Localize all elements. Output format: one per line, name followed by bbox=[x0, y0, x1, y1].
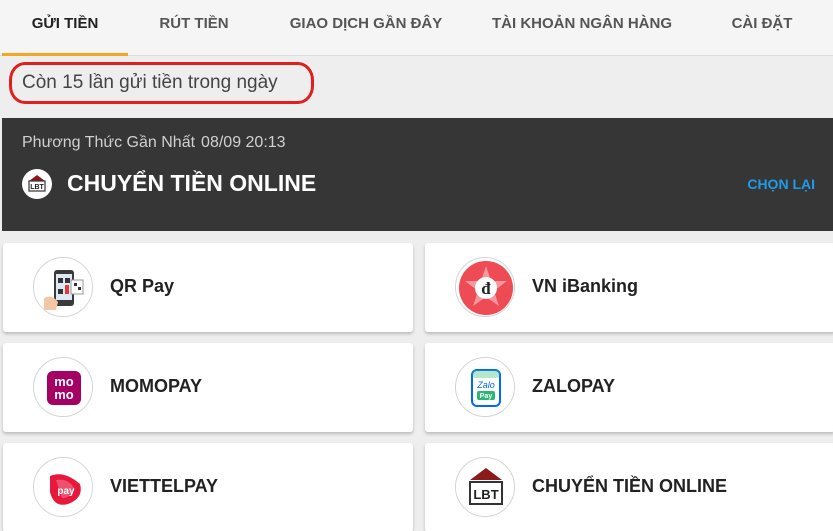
tab-deposit[interactable]: GỬI TIỀN bbox=[2, 0, 128, 56]
svg-text:LBT: LBT bbox=[473, 487, 498, 502]
method-card-online-transfer[interactable]: LBT CHUYỂN TIỀN ONLINE bbox=[425, 443, 833, 531]
tab-withdraw[interactable]: RÚT TIỀN bbox=[128, 0, 260, 56]
recent-method-heading: Phương Thức Gần Nhất bbox=[22, 134, 196, 151]
method-label: VN iBanking bbox=[532, 276, 639, 296]
recent-method-banner: Phương Thức Gần Nhất 08/09 20:13 LBT CHUY… bbox=[2, 118, 833, 231]
svg-text:pay: pay bbox=[57, 486, 75, 497]
method-label: MOMOPAY bbox=[110, 376, 203, 396]
method-label: VIETTELPAY bbox=[110, 476, 219, 496]
lbt-bank-icon: LBT bbox=[22, 169, 52, 199]
momo-icon: mo mo bbox=[33, 357, 93, 417]
tab-bank-accounts[interactable]: TÀI KHOẢN NGÂN HÀNG bbox=[472, 0, 692, 56]
qr-pay-icon bbox=[33, 257, 93, 317]
method-card-viettelpay[interactable]: pay VIETTELPAY bbox=[3, 443, 413, 531]
reselect-button[interactable]: CHỌN LẠI bbox=[747, 176, 815, 192]
recent-method-timestamp: 08/09 20:13 bbox=[201, 134, 286, 151]
method-card-vn-ibanking[interactable]: đ VN iBanking bbox=[425, 243, 833, 332]
remaining-deposits-notice: Còn 15 lần gửi tiền trong ngày bbox=[9, 62, 314, 104]
svg-text:đ: đ bbox=[481, 279, 491, 298]
vn-ibanking-icon: đ bbox=[455, 257, 515, 317]
method-label: CHUYỂN TIỀN ONLINE bbox=[532, 476, 728, 496]
zalopay-icon: Zalo Pay bbox=[455, 357, 515, 417]
lbt-bank-icon: LBT bbox=[455, 457, 515, 517]
tab-settings[interactable]: CÀI ĐẶT bbox=[692, 0, 832, 56]
method-card-qr-pay[interactable]: QR Pay bbox=[3, 243, 413, 332]
method-card-zalopay[interactable]: Zalo Pay ZALOPAY bbox=[425, 343, 833, 432]
tab-recent-transactions[interactable]: GIAO DỊCH GẦN ĐÂY bbox=[260, 0, 472, 56]
method-label: ZALOPAY bbox=[532, 376, 616, 396]
method-card-momopay[interactable]: mo mo MOMOPAY bbox=[3, 343, 413, 432]
svg-text:LBT: LBT bbox=[30, 184, 44, 191]
method-label: QR Pay bbox=[110, 276, 175, 296]
svg-text:Pay: Pay bbox=[480, 393, 493, 400]
viettelpay-icon: pay bbox=[33, 457, 93, 517]
svg-text:Zalo: Zalo bbox=[476, 380, 495, 390]
recent-method-header: Phương Thức Gần Nhất 08/09 20:13 bbox=[22, 134, 286, 152]
svg-text:mo: mo bbox=[54, 387, 74, 402]
tab-bar: GỬI TIỀN RÚT TIỀN GIAO DỊCH GẦN ĐÂY TÀI … bbox=[0, 0, 833, 56]
recent-method-title: CHUYỂN TIỀN ONLINE bbox=[67, 170, 317, 196]
